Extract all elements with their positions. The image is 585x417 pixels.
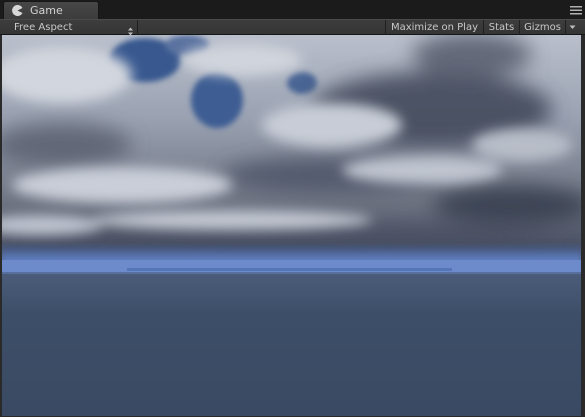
maximize-on-play-button[interactable]: Maximize on Play: [385, 20, 483, 35]
dropdown-arrows-icon: [127, 22, 134, 36]
pacman-game-icon: [11, 5, 23, 17]
game-toolbar: Free Aspect Maximize on Play Stats Gizmo…: [0, 19, 585, 36]
tab-game-label: Game: [30, 3, 63, 17]
game-viewport[interactable]: [2, 35, 581, 416]
chevron-down-icon: [569, 25, 575, 29]
aspect-dropdown[interactable]: Free Aspect: [5, 20, 138, 36]
aspect-dropdown-label: Free Aspect: [14, 22, 73, 33]
stats-button[interactable]: Stats: [483, 20, 519, 35]
gizmos-button[interactable]: Gizmos: [519, 20, 565, 35]
panel-menu-icon[interactable]: [570, 4, 582, 15]
tab-strip: Game: [0, 0, 585, 19]
game-window: Game Free Aspect Maximize on Play Stats …: [0, 0, 585, 417]
gizmos-dropdown-arrow[interactable]: [565, 20, 578, 35]
game-scene: [2, 35, 581, 416]
tab-game[interactable]: Game: [3, 1, 99, 19]
